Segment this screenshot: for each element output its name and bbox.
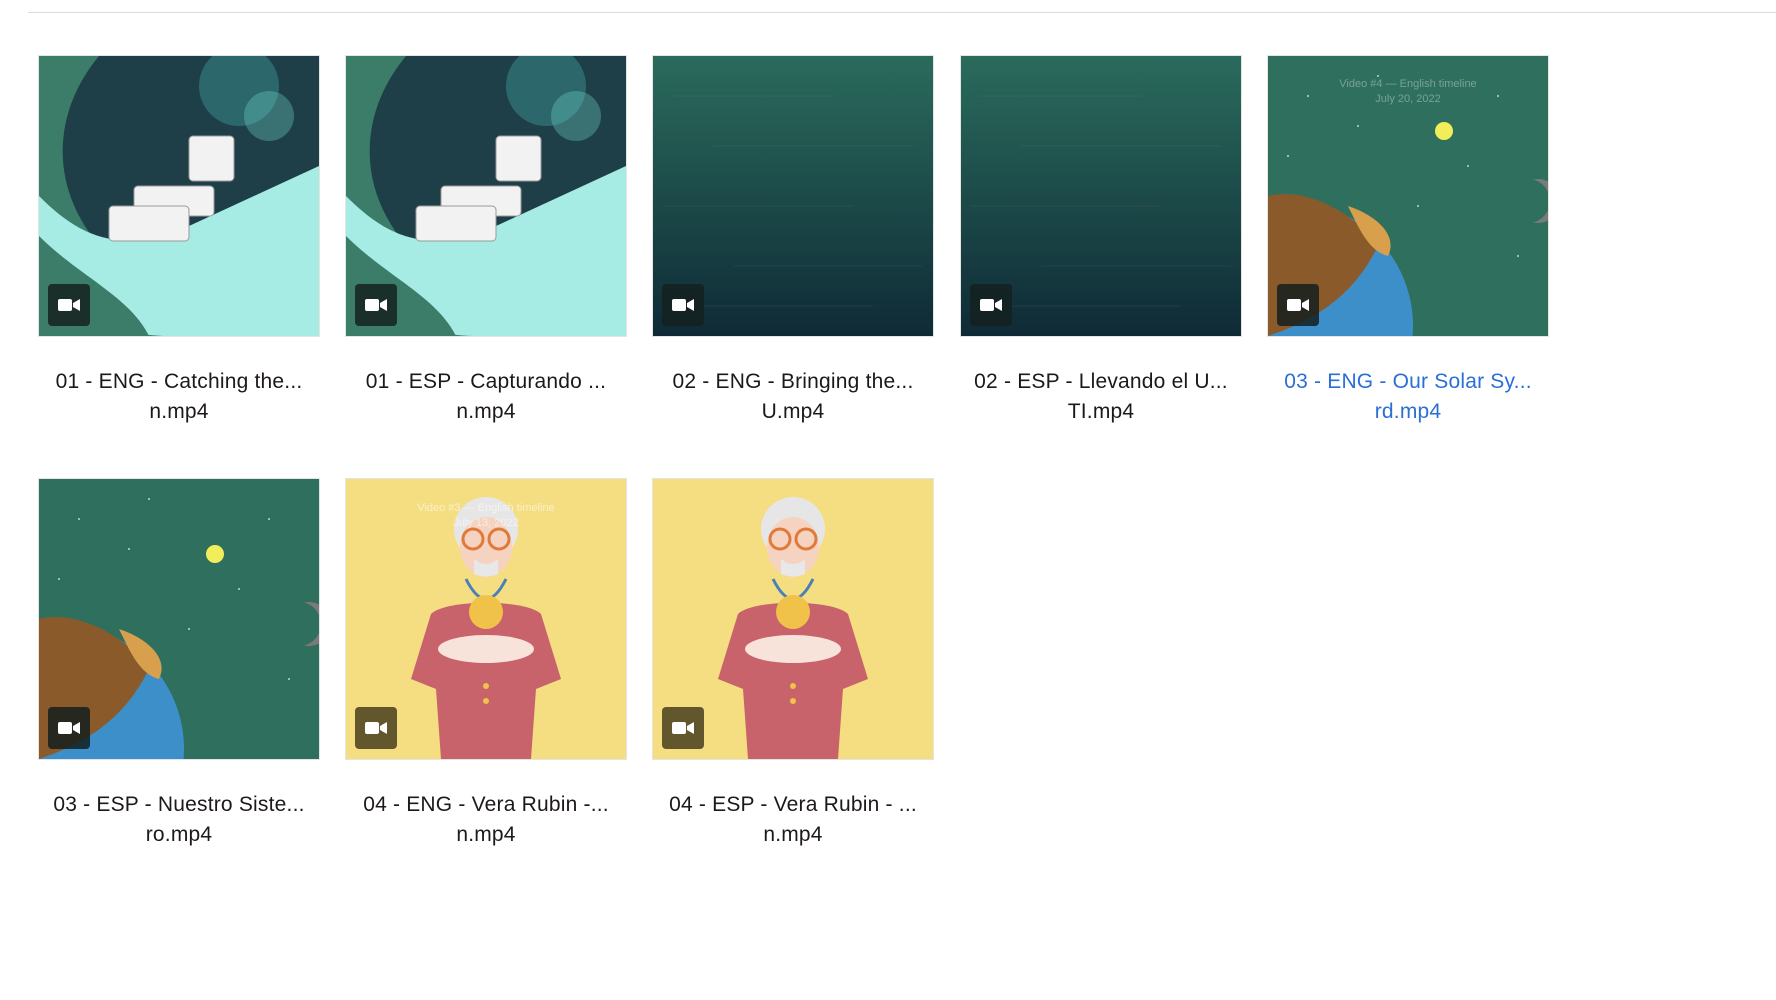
file-tile[interactable]: 04 - ESP - Vera Rubin - ... n.mp4 xyxy=(652,478,934,850)
file-name-line2: n.mp4 xyxy=(456,823,516,846)
file-name-line1: 03 - ENG - Our Solar Sy... xyxy=(1284,370,1532,393)
video-thumbnail[interactable] xyxy=(652,55,934,337)
video-thumbnail[interactable]: Video #3 — English timeline July 13, 202… xyxy=(345,478,627,760)
file-name-line2: rd.mp4 xyxy=(1374,400,1442,423)
file-name-line2: n.mp4 xyxy=(763,823,823,846)
file-tile[interactable]: 03 - ESP - Nuestro Siste... ro.mp4 xyxy=(38,478,320,850)
video-thumbnail[interactable] xyxy=(38,478,320,760)
video-thumbnail[interactable] xyxy=(38,55,320,337)
file-tile[interactable]: Video #4 — English timeline July 20, 202… xyxy=(1267,55,1549,427)
file-name[interactable]: 03 - ESP - Nuestro Siste... ro.mp4 xyxy=(38,790,320,850)
file-name[interactable]: 02 - ENG - Bringing the... U.mp4 xyxy=(652,367,934,427)
file-name-line2: TI.mp4 xyxy=(1067,400,1135,423)
video-thumbnail[interactable] xyxy=(652,478,934,760)
file-grid: 01 - ENG - Catching the... n.mp4 01 - ES… xyxy=(0,0,1776,1000)
watermark-date: July 13, 2022 xyxy=(453,517,518,529)
watermark-title: Video #4 — English timeline xyxy=(1339,78,1476,90)
file-name[interactable]: 03 - ENG - Our Solar Sy... rd.mp4 xyxy=(1267,367,1549,427)
file-name-line2: n.mp4 xyxy=(149,400,209,423)
file-tile[interactable]: Video #3 — English timeline July 13, 202… xyxy=(345,478,627,850)
video-thumbnail[interactable]: Video #4 — English timeline July 20, 202… xyxy=(1267,55,1549,337)
watermark-date: July 20, 2022 xyxy=(1375,93,1440,105)
video-camera-icon xyxy=(662,707,704,749)
file-name-line1: 01 - ESP - Capturando ... xyxy=(365,370,607,393)
file-name-line2: ro.mp4 xyxy=(145,823,213,846)
file-name-line2: U.mp4 xyxy=(761,400,825,423)
video-thumbnail[interactable] xyxy=(345,55,627,337)
video-camera-icon xyxy=(970,284,1012,326)
video-camera-icon xyxy=(1277,284,1319,326)
file-name-line1: 02 - ENG - Bringing the... xyxy=(672,370,914,393)
file-tile[interactable]: 01 - ESP - Capturando ... n.mp4 xyxy=(345,55,627,427)
file-name-line1: 02 - ESP - Llevando el U... xyxy=(974,370,1228,393)
video-camera-icon xyxy=(662,284,704,326)
file-name-line1: 04 - ESP - Vera Rubin - ... xyxy=(669,793,917,816)
file-tile[interactable]: 02 - ENG - Bringing the... U.mp4 xyxy=(652,55,934,427)
file-name-line2: n.mp4 xyxy=(456,400,516,423)
file-name[interactable]: 04 - ESP - Vera Rubin - ... n.mp4 xyxy=(652,790,934,850)
file-tile[interactable]: 02 - ESP - Llevando el U... TI.mp4 xyxy=(960,55,1242,427)
file-name[interactable]: 02 - ESP - Llevando el U... TI.mp4 xyxy=(960,367,1242,427)
video-camera-icon xyxy=(355,284,397,326)
video-camera-icon xyxy=(355,707,397,749)
file-name-line1: 01 - ENG - Catching the... xyxy=(55,370,303,393)
file-name-line1: 03 - ESP - Nuestro Siste... xyxy=(53,793,305,816)
video-camera-icon xyxy=(48,284,90,326)
video-thumbnail[interactable] xyxy=(960,55,1242,337)
file-name[interactable]: 01 - ESP - Capturando ... n.mp4 xyxy=(345,367,627,427)
file-tile[interactable]: 01 - ENG - Catching the... n.mp4 xyxy=(38,55,320,427)
file-name[interactable]: 04 - ENG - Vera Rubin -... n.mp4 xyxy=(345,790,627,850)
file-name[interactable]: 01 - ENG - Catching the... n.mp4 xyxy=(38,367,320,427)
video-camera-icon xyxy=(48,707,90,749)
file-name-line1: 04 - ENG - Vera Rubin -... xyxy=(363,793,609,816)
watermark-title: Video #3 — English timeline xyxy=(417,502,554,514)
